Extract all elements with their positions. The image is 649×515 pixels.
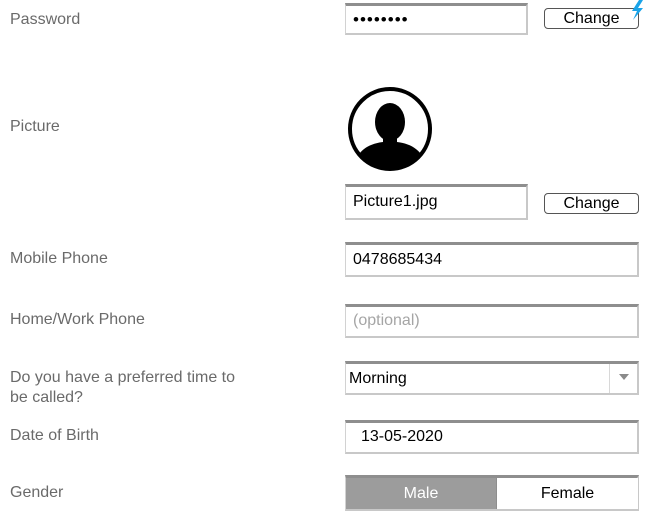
home-work-phone-label: Home/Work Phone — [10, 311, 145, 328]
preferred-time-label-line1: Do you have a preferred time to — [10, 369, 236, 386]
date-of-birth-input[interactable]: 13-05-2020 — [345, 420, 639, 454]
gender-segmented-control: Male Female — [345, 475, 639, 511]
gender-option-male[interactable]: Male — [346, 478, 496, 509]
avatar-user-icon — [348, 87, 432, 171]
preferred-time-label-line2: be called? — [10, 389, 83, 406]
password-change-button[interactable]: Change — [544, 8, 639, 29]
gender-option-female[interactable]: Female — [496, 478, 638, 509]
mobile-phone-label: Mobile Phone — [10, 250, 108, 267]
home-work-phone-input[interactable]: (optional) — [345, 304, 639, 338]
password-label: Password — [10, 11, 81, 28]
mobile-phone-input[interactable]: 0478685434 — [345, 242, 639, 277]
picture-change-button[interactable]: Change — [544, 193, 639, 214]
gender-label: Gender — [10, 484, 64, 501]
date-of-birth-label: Date of Birth — [10, 427, 99, 444]
chevron-down-icon[interactable] — [609, 364, 637, 393]
preferred-time-select[interactable]: Morning — [345, 361, 639, 395]
password-input[interactable]: •••••••• — [345, 3, 528, 35]
preferred-time-selected: Morning — [349, 370, 407, 387]
picture-filename-field[interactable]: Picture1.jpg — [345, 184, 528, 220]
picture-label: Picture — [10, 118, 60, 135]
lightning-bolt-icon — [632, 0, 643, 20]
